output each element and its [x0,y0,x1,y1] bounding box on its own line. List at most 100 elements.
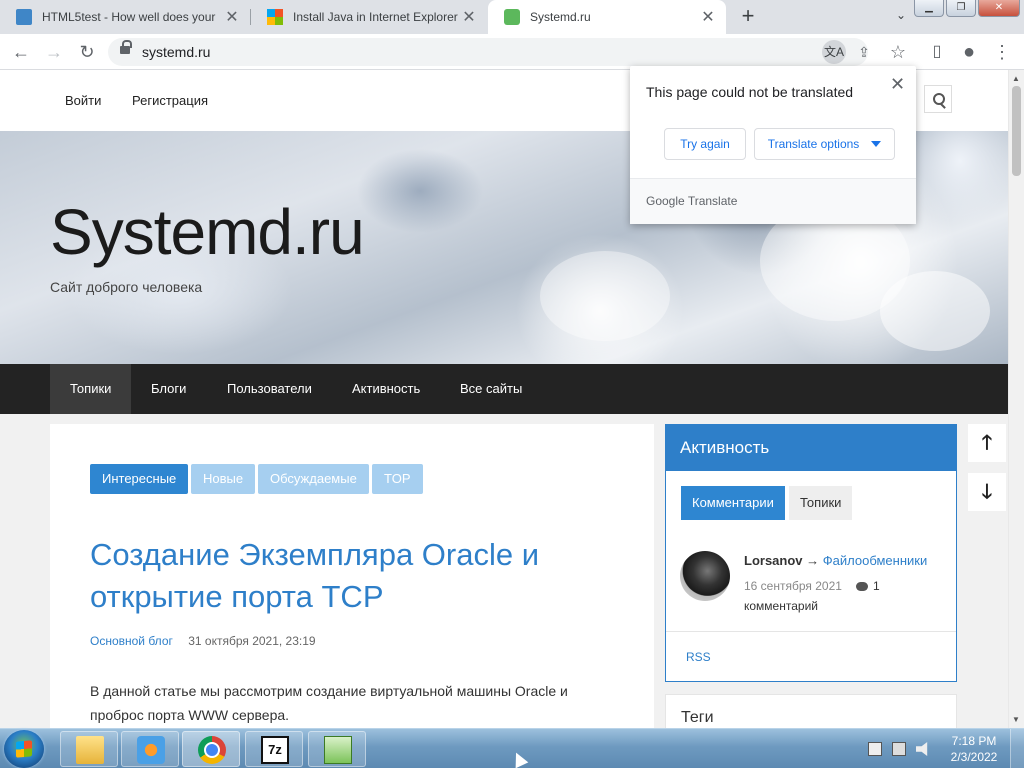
close-tab-icon[interactable]: ✕ [459,7,479,27]
scroll-up-button[interactable]: 🡑 [968,424,1006,462]
media-player-icon [137,736,165,764]
avatar[interactable] [680,551,730,601]
taskbar-notepadpp[interactable] [308,731,366,767]
filter-discussed[interactable]: Обсуждаемые [258,464,369,494]
activity-widget-title: Активность [666,425,956,471]
comment-count-number: 1 [873,579,880,593]
filter-top[interactable]: TOP [372,464,423,494]
side-panel-icon[interactable]: ▯ [925,40,949,64]
login-link[interactable]: Войти [65,93,101,108]
notepadpp-icon [324,736,352,764]
translate-icon[interactable]: 文A [822,40,846,64]
url-text[interactable]: systemd.ru [142,44,210,60]
reload-button[interactable]: ↻ [75,40,99,64]
post-excerpt: В данной статье мы рассмотрим создание в… [90,683,568,723]
scrollbar-thumb[interactable] [1012,86,1021,176]
clock-date: 2/3/2022 [950,750,998,764]
activity-arrow: → [806,553,820,568]
site-title[interactable]: Systemd.ru [50,195,365,269]
clock-time: 7:18 PM [951,734,997,748]
frost-decoration [880,271,990,351]
close-tab-icon[interactable]: ✕ [222,7,242,27]
tab-title: HTML5test - How well does your [42,10,216,24]
tab-install-java[interactable]: Install Java in Internet Explorer ✕ [251,0,487,34]
rss-link[interactable]: RSS [686,650,711,664]
post-title[interactable]: Создание Экземпляра Oracle и открытие по… [90,534,630,618]
close-icon[interactable]: ✕ [890,74,905,95]
bookmark-star-icon[interactable]: ☆ [886,40,910,64]
back-button[interactable]: ← [9,40,33,64]
site-subtitle: Сайт доброго человека [50,279,203,295]
nav-blogs[interactable]: Блоги [131,364,206,414]
filter-interesting[interactable]: Интересные [90,464,189,494]
divider [666,631,956,632]
taskbar-7zip[interactable]: 7z [245,731,303,767]
microsoft-icon [267,9,283,25]
nav-users[interactable]: Пользователи [207,364,332,414]
close-tab-icon[interactable]: ✕ [698,7,718,27]
action-center-flag-icon[interactable] [868,742,882,756]
show-desktop-button[interactable] [1010,729,1024,768]
browser-menu-icon[interactable]: ⋮ [990,40,1014,64]
activity-user-link[interactable]: Lorsanov [744,553,803,568]
close-window-button[interactable]: ✕ [978,0,1020,17]
translate-error-message: This page could not be translated [646,84,854,100]
tab-comments[interactable]: Комментарии [681,486,785,520]
main-navigation: Топики Блоги Пользователи Активность Все… [0,364,1008,414]
post-meta: Основной блог 31 октября 2021, 23:19 [90,634,316,648]
tab-topics[interactable]: Топики [789,486,853,520]
tags-widget: Теги [665,694,957,728]
activity-line: Lorsanov → Файлообменники [744,553,927,568]
post-list: Интересные Новые Обсуждаемые TOP Создани… [50,424,654,728]
tab-systemd[interactable]: Systemd.ru ✕ [488,0,726,34]
translate-footer: Google Translate [630,178,916,224]
register-link[interactable]: Регистрация [132,93,208,108]
start-button[interactable] [4,730,44,768]
lock-icon[interactable] [120,40,132,57]
nav-topics[interactable]: Топики [50,364,132,414]
activity-comment-count: 1 [856,579,880,593]
post-date: 31 октября 2021, 23:19 [188,634,316,648]
systemd-favicon-icon [504,9,520,25]
tab-strip: HTML5test - How well does your ✕ Install… [0,0,1024,34]
tab-title: Systemd.ru [530,10,591,24]
search-icon[interactable] [924,85,952,113]
maximize-button[interactable]: ❐ [946,0,976,17]
filter-new[interactable]: Новые [191,464,256,494]
share-icon[interactable]: ⇪ [852,40,876,64]
taskbar-clock[interactable]: 7:18 PM 2/3/2022 [948,733,1000,765]
forward-button[interactable]: → [42,40,66,64]
browser-toolbar: ← → ↻ systemd.ru 文A ⇪ ☆ ▯ ● ⋮ [0,34,1024,70]
translate-options-button[interactable]: Translate options [754,128,895,160]
scroll-up-arrow-icon[interactable]: ▲ [1012,74,1020,83]
try-again-button[interactable]: Try again [664,128,746,160]
taskbar-explorer[interactable] [60,731,118,767]
address-bar[interactable]: systemd.ru 文A ⇪ [108,38,870,66]
html5-icon [16,9,32,25]
new-tab-button[interactable]: + [736,5,760,29]
scroll-down-button[interactable]: 🡓 [968,473,1006,511]
post-blog-link[interactable]: Основной блог [90,634,173,648]
taskbar-chrome[interactable] [182,731,240,767]
volume-icon[interactable] [916,742,928,756]
taskbar-media-player[interactable] [121,731,179,767]
activity-date: 16 сентября 2021 [744,579,842,593]
network-icon[interactable] [892,742,906,756]
profile-avatar-icon[interactable]: ● [957,40,981,64]
tab-search-chevron-icon[interactable]: ⌄ [896,8,906,22]
minimize-button[interactable]: ▁ [914,0,944,17]
nav-all-sites[interactable]: Все сайты [440,364,542,414]
comment-count-label: комментарий [744,599,818,613]
folder-icon [76,736,104,764]
page-scrollbar[interactable]: ▲ ▼ [1008,70,1024,728]
tab-html5test[interactable]: HTML5test - How well does your ✕ [0,0,250,34]
chrome-icon [198,736,226,764]
scroll-down-arrow-icon[interactable]: ▼ [1012,715,1020,724]
translate-options-label: Translate options [767,137,860,151]
tags-widget-title: Теги [681,709,714,726]
activity-topic-link[interactable]: Файлообменники [823,553,927,568]
nav-activity[interactable]: Активность [332,364,440,414]
google-translate-logo: Google Translate [646,194,738,208]
dropdown-caret-icon [871,141,882,147]
tab-title: Install Java in Internet Explorer [293,10,458,24]
